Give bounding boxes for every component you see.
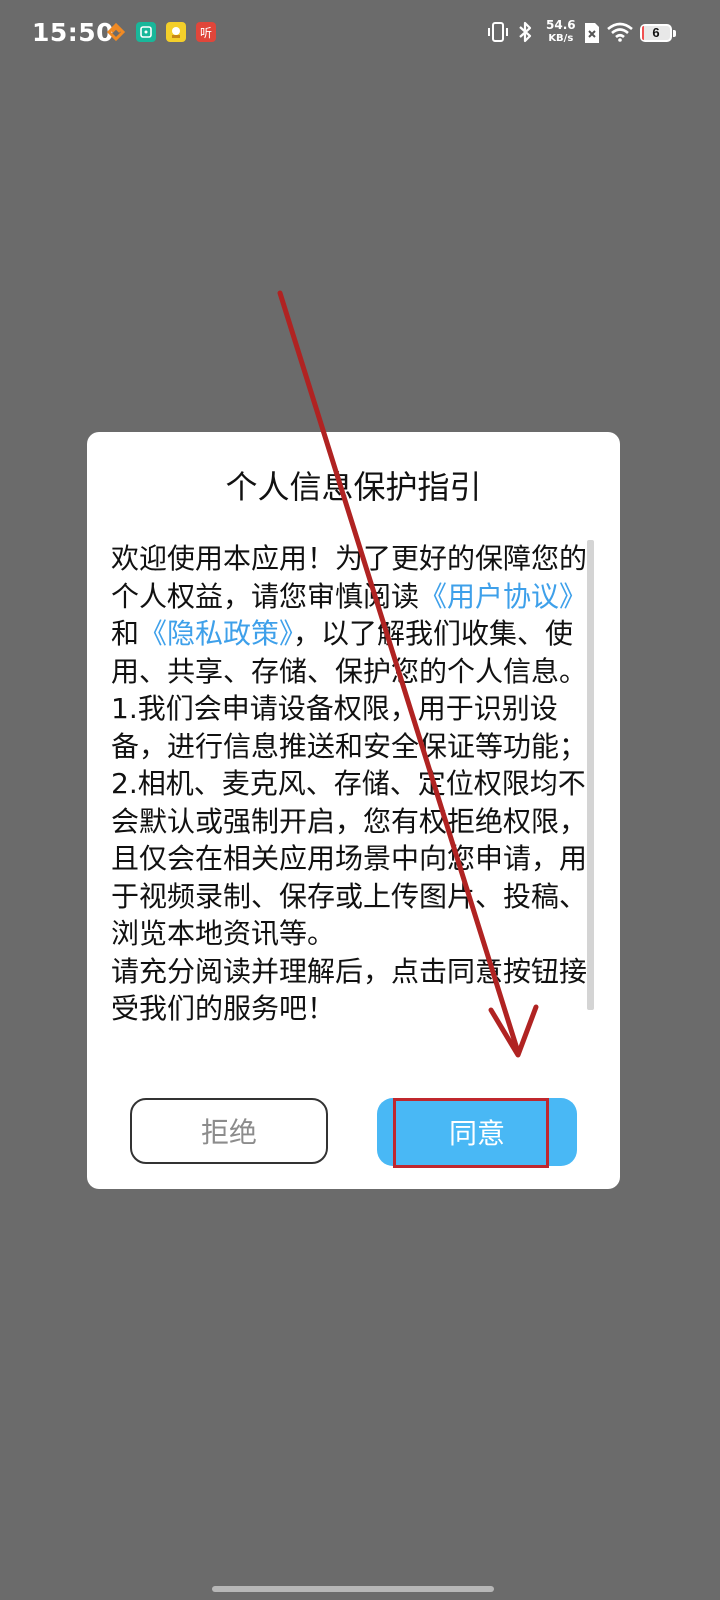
battery-level: 6 [652, 25, 660, 40]
dialog-body[interactable]: 欢迎使用本应用！为了更好的保障您的个人权益，请您审慎阅读《用户协议》和《隐私政策… [111, 540, 591, 1085]
sim-disabled-icon [584, 22, 600, 48]
dialog-scrollbar[interactable] [587, 540, 594, 1010]
reject-button[interactable]: 拒绝 [130, 1098, 328, 1164]
network-speed-value: 54.6 [546, 18, 576, 32]
status-bar: 15:50 听 54.6 KB/s 6 [0, 0, 720, 70]
closing-text: 请充分阅读并理解后，点击同意按钮接受我们的服务吧！ [111, 954, 588, 1026]
body-conjunction: 和 [111, 617, 140, 650]
network-speed-unit: KB/s [548, 33, 574, 44]
mi-home-icon [136, 22, 156, 42]
battery-icon: 6 [640, 24, 672, 42]
taobao-icon [106, 22, 126, 42]
wifi-icon [607, 22, 633, 46]
app-icon [166, 22, 186, 42]
listen-icon: 听 [196, 22, 216, 42]
privacy-policy-link[interactable]: 《隐私政策》 [139, 617, 293, 650]
bluetooth-icon [516, 20, 534, 48]
permission-item-2: 2.相机、麦克风、存储、定位权限均不会默认或强制开启，您有权拒绝权限，且仅会在相… [111, 767, 588, 950]
status-time: 15:50 [32, 18, 115, 47]
user-agreement-link[interactable]: 《用户协议》 [419, 580, 587, 613]
agree-button[interactable]: 同意 [377, 1098, 577, 1166]
vibrate-icon [487, 20, 509, 48]
screen: 15:50 听 54.6 KB/s 6 个人信息保护指引 欢迎使用本应用！为了更… [0, 0, 720, 1600]
network-speed: 54.6 KB/s [546, 19, 576, 45]
home-indicator[interactable] [212, 1586, 494, 1592]
battery-nub [673, 30, 676, 37]
dialog-title: 个人信息保护指引 [225, 468, 482, 506]
permission-item-1: 1.我们会申请设备权限，用于识别设备，进行信息推送和安全保证等功能； [111, 692, 588, 763]
privacy-dialog: 个人信息保护指引 欢迎使用本应用！为了更好的保障您的个人权益，请您审慎阅读《用户… [87, 432, 620, 1189]
